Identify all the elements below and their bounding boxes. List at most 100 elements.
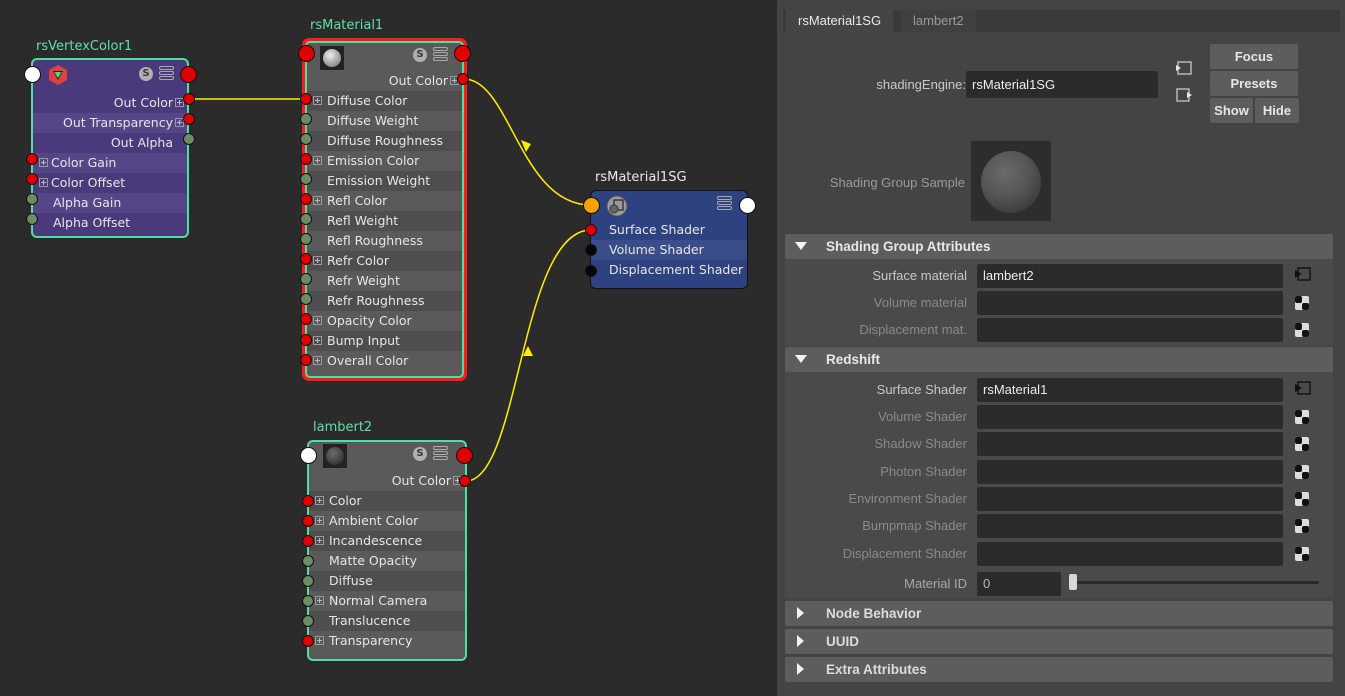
hide-button[interactable]: Hide xyxy=(1255,98,1299,123)
node-rsvertexcolor1[interactable]: S Out Color Out Transparency Out Alpha C… xyxy=(31,58,189,238)
plug-overall-color[interactable] xyxy=(300,354,312,366)
swatch-s-icon[interactable]: S xyxy=(413,447,427,461)
plug-row-bump-input[interactable]: Bump Input xyxy=(307,331,462,351)
tab-rsmaterial1sg[interactable]: rsMaterial1SG xyxy=(786,10,894,32)
plug-row-surface-shader[interactable]: Surface Shader xyxy=(591,220,747,240)
attribute-list-icon[interactable] xyxy=(433,446,448,462)
plug-bump-input[interactable] xyxy=(300,334,312,346)
plug-out-alpha[interactable] xyxy=(183,133,195,145)
map-texture-icon[interactable] xyxy=(1295,547,1309,561)
plug-row-alpha-gain[interactable]: Alpha Gain xyxy=(33,193,187,213)
plug-alpha-gain[interactable] xyxy=(26,193,38,205)
expand-icon[interactable] xyxy=(315,496,324,505)
map-texture-icon[interactable] xyxy=(1295,410,1309,424)
node-header[interactable]: S xyxy=(33,60,187,93)
material-id-field[interactable]: 0 xyxy=(977,572,1061,596)
expand-triangle-icon[interactable] xyxy=(797,635,804,647)
swatch-s-icon[interactable]: S xyxy=(413,48,427,62)
material-id-slider-handle[interactable] xyxy=(1069,574,1077,590)
attribute-list-icon[interactable] xyxy=(159,66,174,82)
plug-out-color[interactable] xyxy=(459,475,471,487)
plug-opacity-color[interactable] xyxy=(300,313,312,325)
node-title-rsvertexcolor1[interactable]: rsVertexColor1 xyxy=(36,39,132,54)
expand-icon[interactable] xyxy=(313,336,322,345)
photon-shader-field[interactable] xyxy=(977,460,1283,484)
plug-out-color[interactable] xyxy=(183,93,195,105)
plug-row-color-offset[interactable]: Color Offset xyxy=(33,173,187,193)
section-node-behavior[interactable]: Node Behavior xyxy=(785,601,1333,626)
input-connections-icon[interactable] xyxy=(1175,60,1193,76)
map-texture-icon[interactable] xyxy=(1295,465,1309,479)
expand-icon[interactable] xyxy=(315,636,324,645)
environment-shader-field[interactable] xyxy=(977,487,1283,511)
plug-color-gain[interactable] xyxy=(26,153,38,165)
wire-lambert-to-surface-shader[interactable] xyxy=(465,229,592,482)
node-output-port[interactable] xyxy=(454,45,471,62)
plug-row-refl-color[interactable]: Refl Color xyxy=(307,191,462,211)
node-header[interactable] xyxy=(591,191,747,220)
plug-diffuse-color[interactable] xyxy=(300,93,312,105)
shading-engine-name-field[interactable]: rsMaterial1SG xyxy=(966,71,1158,98)
plug-row-refl-weight[interactable]: Refl Weight xyxy=(307,211,462,231)
navigate-to-connection-icon[interactable] xyxy=(1294,380,1312,396)
section-extra-attributes[interactable]: Extra Attributes xyxy=(785,657,1333,682)
plug-row-out-color[interactable]: Out Color xyxy=(33,93,187,113)
shadow-shader-field[interactable] xyxy=(977,432,1283,456)
focus-button[interactable]: Focus xyxy=(1210,44,1298,69)
wire-rsmaterial-to-sg[interactable] xyxy=(463,78,592,206)
node-title-rsmaterial1[interactable]: rsMaterial1 xyxy=(310,18,383,33)
volume-shader-field[interactable] xyxy=(977,405,1283,429)
attribute-list-icon[interactable] xyxy=(433,47,448,63)
plug-surface-shader[interactable] xyxy=(585,224,597,236)
attribute-list-icon[interactable] xyxy=(717,196,732,212)
node-input-port[interactable] xyxy=(300,447,317,464)
node-output-port[interactable] xyxy=(456,447,473,464)
plug-diffuse[interactable] xyxy=(302,575,314,587)
plug-incandescence[interactable] xyxy=(302,535,314,547)
plug-row-normal-camera[interactable]: Normal Camera xyxy=(309,591,465,611)
plug-refr-weight[interactable] xyxy=(300,273,312,285)
navigate-to-connection-icon[interactable] xyxy=(1294,266,1312,282)
displacement-material-field[interactable] xyxy=(977,318,1283,342)
tab-lambert2[interactable]: lambert2 xyxy=(901,10,976,32)
plug-row-alpha-offset[interactable]: Alpha Offset xyxy=(33,213,187,233)
map-texture-icon[interactable] xyxy=(1295,323,1309,337)
displacement-shader-field[interactable] xyxy=(977,542,1283,566)
node-editor-canvas[interactable]: rsVertexColor1 S Out Color Out Transpare… xyxy=(0,0,777,696)
expand-triangle-icon[interactable] xyxy=(797,663,804,675)
plug-color[interactable] xyxy=(302,495,314,507)
expand-icon[interactable] xyxy=(315,516,324,525)
node-output-port[interactable] xyxy=(180,66,197,83)
plug-row-color[interactable]: Color xyxy=(309,491,465,511)
plug-row-color-gain[interactable]: Color Gain xyxy=(33,153,187,173)
node-output-port[interactable] xyxy=(739,197,756,214)
node-title-rsmaterial1sg[interactable]: rsMaterial1SG xyxy=(595,170,687,185)
expand-icon[interactable] xyxy=(313,316,322,325)
expand-icon[interactable] xyxy=(39,178,48,187)
plug-row-out-transparency[interactable]: Out Transparency xyxy=(33,113,187,133)
map-texture-icon[interactable] xyxy=(1295,519,1309,533)
plug-row-transparency[interactable]: Transparency xyxy=(309,631,465,651)
plug-out-transparency[interactable] xyxy=(183,113,195,125)
expand-icon[interactable] xyxy=(313,196,322,205)
plug-row-refr-color[interactable]: Refr Color xyxy=(307,251,462,271)
plug-row-diffuse-weight[interactable]: Diffuse Weight xyxy=(307,111,462,131)
node-input-port[interactable] xyxy=(24,66,41,83)
plug-alpha-offset[interactable] xyxy=(26,213,38,225)
map-texture-icon[interactable] xyxy=(1295,492,1309,506)
node-input-port[interactable] xyxy=(298,45,315,62)
plug-color-offset[interactable] xyxy=(26,173,38,185)
plug-row-refl-roughness[interactable]: Refl Roughness xyxy=(307,231,462,251)
plug-row-emission-color[interactable]: Emission Color xyxy=(307,151,462,171)
plug-row-volume-shader[interactable]: Volume Shader xyxy=(591,240,747,260)
node-lambert2[interactable]: S Out Color Color Ambient Color Incandes… xyxy=(307,440,467,661)
plug-normal-camera[interactable] xyxy=(302,595,314,607)
plug-emission-weight[interactable] xyxy=(300,173,312,185)
volume-material-field[interactable] xyxy=(977,291,1283,315)
plug-row-opacity-color[interactable]: Opacity Color xyxy=(307,311,462,331)
output-connections-icon[interactable] xyxy=(1175,87,1193,103)
expand-icon[interactable] xyxy=(313,156,322,165)
plug-emission-color[interactable] xyxy=(300,153,312,165)
plug-row-refr-roughness[interactable]: Refr Roughness xyxy=(307,291,462,311)
plug-row-diffuse-color[interactable]: Diffuse Color xyxy=(307,91,462,111)
